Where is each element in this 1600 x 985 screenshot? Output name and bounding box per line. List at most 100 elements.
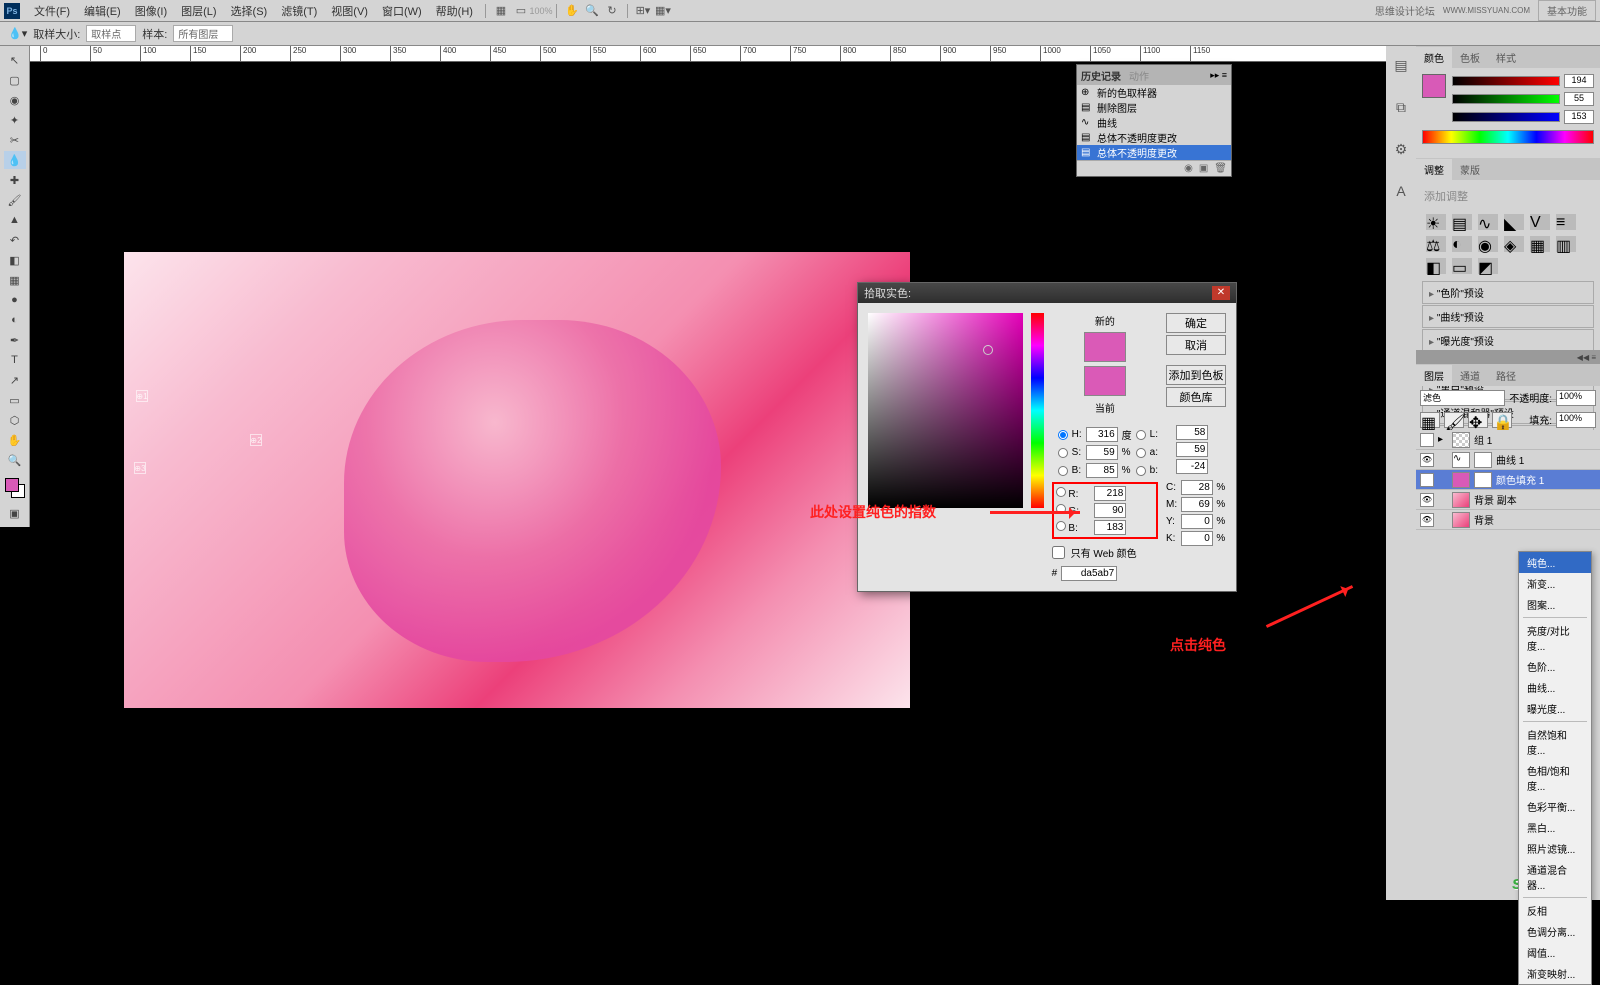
sample-size-select[interactable]: 取样点 <box>86 25 136 42</box>
ctx-bw[interactable]: 黑白... <box>1519 817 1591 838</box>
stamp-tool[interactable]: ▲ <box>4 211 26 229</box>
mixer-adj-icon[interactable]: ◈ <box>1504 236 1524 252</box>
s-radio[interactable] <box>1058 448 1068 458</box>
zoom-level[interactable]: 100% <box>532 3 550 19</box>
tab-channels[interactable]: 通道 <box>1452 365 1488 386</box>
ctx-brightness[interactable]: 亮度/对比度... <box>1519 620 1591 656</box>
brushes-icon[interactable]: ▤ <box>1390 54 1412 76</box>
zoom-icon[interactable]: 🔍 <box>583 3 601 19</box>
ctx-exposure[interactable]: 曝光度... <box>1519 698 1591 719</box>
layer-bg-copy[interactable]: 👁 背景 副本 <box>1416 490 1600 510</box>
b-radio[interactable] <box>1058 466 1068 476</box>
extras-icon[interactable]: ▦▾ <box>654 3 672 19</box>
preset-curves[interactable]: "曲线"预设 <box>1422 305 1594 328</box>
menu-layer[interactable]: 图层(L) <box>175 1 222 21</box>
color-field[interactable] <box>868 313 1023 508</box>
tab-history[interactable]: 历史记录 <box>1081 68 1121 83</box>
filter-adj-icon[interactable]: ◉ <box>1478 236 1498 252</box>
g-slider[interactable] <box>1452 94 1560 104</box>
history-brush-tool[interactable]: ↶ <box>4 231 26 249</box>
ctx-colorbalance[interactable]: 色彩平衡... <box>1519 796 1591 817</box>
ctx-vibrance[interactable]: 自然饱和度... <box>1519 724 1591 760</box>
ctx-threshold[interactable]: 阈值... <box>1519 942 1591 963</box>
crop-tool[interactable]: ✂ <box>4 131 26 149</box>
ctx-channelmixer[interactable]: 通道混合器... <box>1519 859 1591 895</box>
layer-curves-1[interactable]: 👁 ∿ 曲线 1 <box>1416 450 1600 470</box>
blur-tool[interactable]: ● <box>4 291 26 309</box>
b-value[interactable]: 153 <box>1564 110 1594 124</box>
menu-edit[interactable]: 编辑(E) <box>78 1 127 21</box>
char-icon[interactable]: A <box>1390 180 1412 202</box>
curves-adj-icon[interactable]: ∿ <box>1478 214 1498 230</box>
lab-b-input[interactable] <box>1176 459 1208 474</box>
blend-mode-select[interactable]: 滤色 <box>1420 390 1505 406</box>
zoom-tool[interactable]: 🔍 <box>4 451 26 469</box>
ctx-gradientmap[interactable]: 渐变映射... <box>1519 963 1591 984</box>
foreground-color-box[interactable] <box>1422 74 1446 98</box>
gradmap-adj-icon[interactable]: ▭ <box>1452 258 1472 274</box>
mask-thumb[interactable] <box>1474 472 1492 488</box>
invert-adj-icon[interactable]: ▦ <box>1530 236 1550 252</box>
preset-exposure[interactable]: "曝光度"预设 <box>1422 329 1594 352</box>
lasso-tool[interactable]: ◉ <box>4 91 26 109</box>
bw-adj-icon[interactable]: ◐ <box>1452 236 1472 252</box>
color-ramp[interactable] <box>1422 130 1594 144</box>
lab-b-radio[interactable] <box>1136 466 1146 476</box>
quickmask-tool[interactable]: ▣ <box>4 504 26 522</box>
history-item[interactable]: ▤总体不透明度更改 <box>1077 130 1231 145</box>
levels-adj-icon[interactable]: ▤ <box>1452 214 1472 230</box>
tab-actions[interactable]: 动作 <box>1129 68 1149 83</box>
b-slider[interactable] <box>1452 112 1560 122</box>
gradient-tool[interactable]: ▦ <box>4 271 26 289</box>
layer-color-fill-1[interactable]: 👁 颜色填充 1 <box>1416 470 1600 490</box>
eyedropper-tool[interactable]: 💧 <box>4 151 26 169</box>
document-canvas[interactable]: ⊕1 ⊕2 ⊕3 <box>124 252 910 708</box>
balance-adj-icon[interactable]: ⚖ <box>1426 236 1446 252</box>
g-input[interactable] <box>1094 503 1126 518</box>
r-radio[interactable] <box>1056 487 1066 497</box>
heal-tool[interactable]: ✚ <box>4 171 26 189</box>
lab-a-input[interactable] <box>1176 442 1208 457</box>
preset-levels[interactable]: "色阶"预设 <box>1422 281 1594 304</box>
hex-input[interactable] <box>1061 566 1117 581</box>
opacity-input[interactable]: 100% <box>1556 390 1596 406</box>
visibility-icon[interactable] <box>1420 433 1434 447</box>
blue-input[interactable] <box>1094 520 1126 535</box>
menu-select[interactable]: 选择(S) <box>225 1 274 21</box>
l-radio[interactable] <box>1136 430 1146 440</box>
l-input[interactable] <box>1176 425 1208 440</box>
tab-swatches[interactable]: 色板 <box>1452 47 1488 68</box>
rotate-icon[interactable]: ↻ <box>603 3 621 19</box>
ctx-photofilter[interactable]: 照片滤镜... <box>1519 838 1591 859</box>
delete-state-icon[interactable]: 🗑 <box>1214 163 1227 174</box>
menu-file[interactable]: 文件(F) <box>28 1 76 21</box>
vibrance-adj-icon[interactable]: V <box>1530 214 1550 230</box>
a-radio[interactable] <box>1136 448 1146 458</box>
tab-paths[interactable]: 路径 <box>1488 365 1524 386</box>
layer-bg[interactable]: 👁 背景 <box>1416 510 1600 530</box>
move-tool[interactable]: ↖ <box>4 51 26 69</box>
r-value[interactable]: 194 <box>1564 74 1594 88</box>
y-input[interactable] <box>1181 514 1213 529</box>
h-input[interactable] <box>1086 427 1118 442</box>
color-swatch[interactable] <box>5 478 25 498</box>
visibility-icon[interactable]: 👁 <box>1420 513 1434 527</box>
fill-input[interactable]: 100% <box>1556 412 1596 428</box>
menu-view[interactable]: 视图(V) <box>325 1 374 21</box>
ctx-posterize[interactable]: 色调分离... <box>1519 921 1591 942</box>
r-slider[interactable] <box>1452 76 1560 86</box>
hand-tool[interactable]: ✋ <box>4 431 26 449</box>
k-input[interactable] <box>1181 531 1213 546</box>
pen-tool[interactable]: ✒ <box>4 331 26 349</box>
mask-thumb[interactable] <box>1474 452 1492 468</box>
ctx-huesat[interactable]: 色相/饱和度... <box>1519 760 1591 796</box>
thresh-adj-icon[interactable]: ◧ <box>1426 258 1446 274</box>
new-snapshot-icon[interactable]: ◉ <box>1184 163 1193 174</box>
wand-tool[interactable]: ✦ <box>4 111 26 129</box>
history-item-current[interactable]: ▤总体不透明度更改 <box>1077 145 1231 160</box>
visibility-icon[interactable]: 👁 <box>1420 453 1434 467</box>
visibility-icon[interactable]: 👁 <box>1420 473 1434 487</box>
clone-source-icon[interactable]: ⧉ <box>1390 96 1412 118</box>
type-tool[interactable]: T <box>4 351 26 369</box>
hand-icon[interactable]: ✋ <box>563 3 581 19</box>
